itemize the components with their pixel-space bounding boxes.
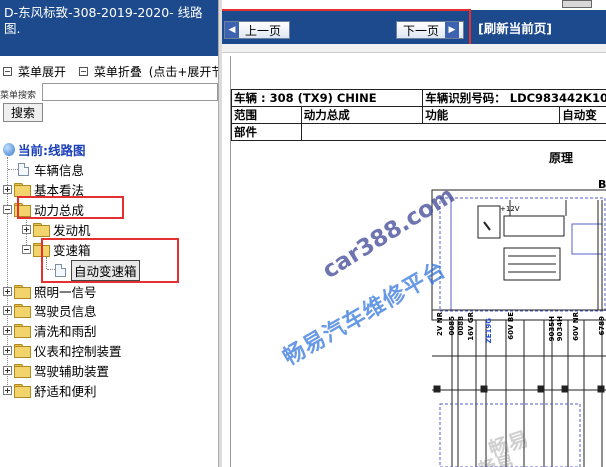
folder-icon bbox=[14, 285, 31, 299]
expand-plus-icon[interactable] bbox=[3, 385, 12, 395]
globe-icon bbox=[3, 142, 15, 156]
part-value-cell bbox=[300, 123, 606, 141]
tree-item-washer-wiper[interactable]: 清洗和雨刮 bbox=[3, 321, 97, 339]
left-pane: D-东风标致-308-2019-2020- 线路图. 菜单展开 菜单折叠 (点击… bbox=[0, 0, 218, 467]
tree-item-label: 驾驶员信息 bbox=[34, 303, 97, 319]
folder-icon bbox=[14, 344, 31, 358]
expand-plus-icon[interactable] bbox=[22, 224, 31, 234]
expand-all-icon bbox=[3, 67, 12, 76]
tree-item-label: 清洗和雨刮 bbox=[34, 323, 97, 339]
schematic-12v-label: +12V bbox=[500, 205, 520, 213]
menu-collapse-button[interactable]: 菜单折叠 bbox=[76, 63, 142, 80]
search-button[interactable]: 搜索 bbox=[3, 103, 43, 122]
tree-item-label: 驾驶辅助装置 bbox=[34, 363, 110, 379]
menu-expand-button[interactable]: 菜单展开 bbox=[0, 63, 66, 80]
schematic-b-label: B bbox=[598, 178, 606, 191]
expand-plus-icon[interactable] bbox=[3, 305, 12, 315]
vehicle-cell: 车辆 : 308 (TX9) CHINE bbox=[230, 89, 424, 107]
wiring-schematic bbox=[431, 189, 606, 467]
highlight-powertrain bbox=[17, 196, 124, 219]
wire-label: 0085 bbox=[448, 316, 456, 336]
window-corner-button[interactable] bbox=[562, 0, 592, 8]
menu-expand-label: 菜单展开 bbox=[18, 65, 67, 79]
folder-icon bbox=[33, 223, 50, 237]
search-input[interactable] bbox=[42, 83, 218, 101]
expand-plus-icon[interactable] bbox=[3, 286, 12, 296]
auto-cell: 自动变 bbox=[559, 106, 606, 124]
wire-label: 16V GR bbox=[467, 312, 475, 341]
expand-plus-icon[interactable] bbox=[3, 345, 12, 355]
tree-item-driving-assist[interactable]: 驾驶辅助装置 bbox=[3, 361, 109, 379]
schematic-lower-box bbox=[439, 403, 581, 467]
document-icon bbox=[18, 162, 29, 176]
right-pane: ◀ 上一页 下一页 ▶ [刷新当前页] 车辆 : 308 (TX9) CHINE… bbox=[222, 0, 606, 467]
tree-item-label: 仪表和控制装置 bbox=[34, 343, 122, 359]
wire-label: 2V NR bbox=[436, 312, 444, 336]
tree-item-instruments[interactable]: 仪表和控制装置 bbox=[3, 341, 122, 359]
wire-label: ZE19G bbox=[485, 318, 493, 344]
tree-item-label: 舒适和便利 bbox=[34, 383, 97, 399]
vehicle-info-table: 车辆 : 308 (TX9) CHINE 车辆识别号码： LDC983442K1… bbox=[230, 89, 606, 141]
folder-icon bbox=[14, 324, 31, 338]
tree-item-label: 车辆信息 bbox=[34, 162, 85, 178]
powertrain-cell: 动力总成 bbox=[300, 106, 424, 124]
wire-label: 0088 bbox=[457, 316, 465, 336]
wire-label: 6789 bbox=[598, 316, 606, 336]
vin-cell: 车辆识别号码： LDC983442K10 bbox=[422, 89, 606, 107]
wire-label: 60V BE bbox=[507, 312, 515, 340]
tree-item-engine[interactable]: 发动机 bbox=[22, 220, 91, 238]
folder-icon bbox=[14, 304, 31, 318]
scope-cell: 范围 bbox=[231, 106, 302, 124]
tree-item-lighting[interactable]: 照明一信号 bbox=[3, 282, 97, 300]
function-cell: 功能 bbox=[422, 106, 561, 124]
collapse-all-icon bbox=[78, 67, 88, 76]
refresh-link[interactable]: [刷新当前页] bbox=[478, 18, 552, 37]
table-row: 部件 bbox=[231, 123, 606, 141]
folder-icon bbox=[14, 183, 31, 197]
wire-label: 60V NR bbox=[572, 312, 580, 341]
wire-label: 9034H bbox=[556, 316, 564, 342]
tree-item-driver-info[interactable]: 驾驶员信息 bbox=[3, 301, 97, 319]
document-top-strip bbox=[222, 44, 606, 53]
menu-hint: (点击+展开节点 bbox=[148, 65, 218, 79]
search-label: 菜单搜索 bbox=[0, 91, 37, 101]
page-title: D-东风标致-308-2019-2020- 线路图. bbox=[0, 0, 218, 56]
folder-icon bbox=[14, 384, 31, 398]
collapse-minus-icon[interactable] bbox=[3, 204, 12, 214]
expand-plus-icon[interactable] bbox=[3, 325, 12, 335]
tree-current-label: 当前:线路图 bbox=[18, 142, 86, 158]
tree-item-comfort[interactable]: 舒适和便利 bbox=[3, 381, 97, 399]
expand-plus-icon[interactable] bbox=[3, 184, 12, 194]
collapse-minus-icon[interactable] bbox=[22, 244, 31, 254]
part-cell: 部件 bbox=[231, 123, 302, 141]
tree-item-vehicle-info[interactable]: 车辆信息 bbox=[18, 160, 84, 178]
highlight-page-nav bbox=[222, 9, 471, 46]
menu-toolbar: 菜单展开 菜单折叠 (点击+展开节点 bbox=[0, 63, 218, 81]
table-row: 范围 动力总成 功能 自动变 bbox=[231, 106, 606, 124]
tree-connector bbox=[8, 169, 18, 170]
tree-item-label: 照明一信号 bbox=[34, 284, 97, 300]
menu-collapse-label: 菜单折叠 bbox=[93, 65, 142, 79]
tree-current-node[interactable]: 当前:线路图 bbox=[3, 140, 86, 158]
expand-plus-icon[interactable] bbox=[3, 365, 12, 375]
tree-item-label: 发动机 bbox=[53, 222, 91, 238]
table-row: 车辆 : 308 (TX9) CHINE 车辆识别号码： LDC983442K1… bbox=[230, 89, 606, 107]
wire-label: 9035H bbox=[548, 316, 556, 342]
folder-icon bbox=[14, 364, 31, 378]
highlight-gearbox bbox=[41, 238, 179, 283]
